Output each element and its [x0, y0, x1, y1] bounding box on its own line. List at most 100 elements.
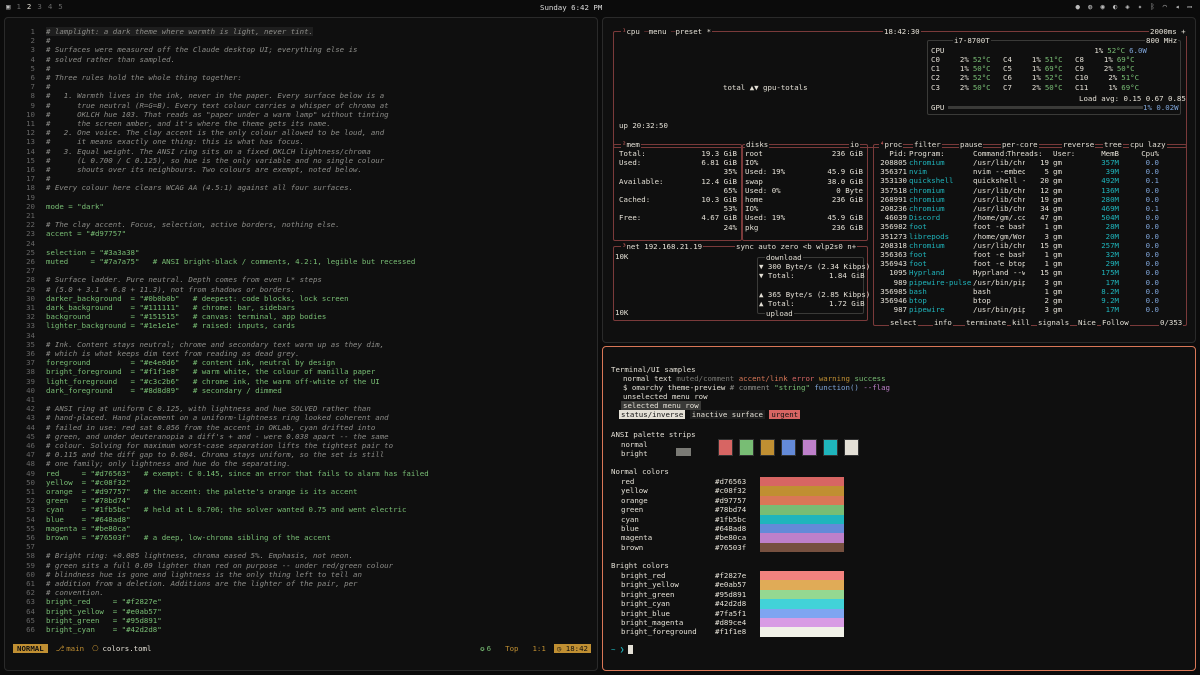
code-line[interactable]: # hand-placed. Hand placement on a unifo… [46, 413, 389, 422]
proc-menu-item[interactable]: filter [913, 140, 942, 150]
code-line[interactable]: bright_red = "#f2827e" [46, 597, 162, 606]
code-line[interactable]: # OKLCH hue 103. That reads as "paper un… [46, 110, 389, 119]
tray-app-icon[interactable]: ◍ [1088, 2, 1092, 11]
code-line[interactable]: dark_foreground = "#8d8d89" # secondary … [46, 386, 282, 395]
code-line[interactable]: darker_background = "#0b0b0b" # deepest:… [46, 294, 349, 303]
workspace-1[interactable]: 1 [16, 2, 20, 11]
code-line[interactable]: muted = "#7a7a75" # ANSI bright-black / … [46, 257, 415, 266]
tray-app-icon[interactable]: ✦ [1138, 2, 1142, 11]
shell-prompt[interactable]: ~ ❯ [611, 645, 624, 654]
code-line[interactable]: cyan = "#1fb5bc" # held at L 0.706; the … [46, 505, 406, 514]
code-line[interactable]: # (5.0 + 3.1 + 6.8 + 11.3), not from sha… [46, 285, 295, 294]
code-line[interactable]: # (L 0.700 / C 0.125), so hue is the onl… [46, 156, 384, 165]
code-line[interactable]: # [46, 174, 50, 183]
proc-footer-item[interactable]: Nice [1077, 318, 1097, 328]
proc-footer-item[interactable]: signals [1037, 318, 1071, 328]
net-controls[interactable]: sync auto zero <b wlp2s0 n+ [735, 242, 858, 252]
code-line[interactable]: # 2. One voice. The clay accent is the o… [46, 128, 384, 137]
code-line[interactable]: # true neutral (R=G=B). Every text colou… [46, 101, 389, 110]
interval-control[interactable]: 2000ms + [1149, 27, 1187, 37]
proc-menu-item[interactable]: cpu lazy [1129, 140, 1167, 150]
arch-icon[interactable]: ▣ [6, 2, 10, 11]
code-line[interactable]: # green sits a full 0.09 lighter than re… [46, 561, 393, 570]
unselected-row[interactable]: unselected menu row [623, 392, 708, 401]
code-line[interactable]: # 0.115 and the diff gap to 0.084. Chrom… [46, 450, 384, 459]
proc-column-header[interactable]: MemB [1083, 149, 1119, 158]
code-line[interactable]: brown = "#76503f" # a deep, low-chroma s… [46, 533, 331, 542]
editor-pane[interactable]: 1 # lamplight: a dark theme where warmth … [4, 17, 598, 671]
code-line[interactable]: # [46, 64, 50, 73]
code-line[interactable]: # which is what keeps dim text from read… [46, 349, 300, 358]
battery-icon[interactable]: ▭ [1188, 2, 1192, 11]
code-line[interactable]: # Ink. Content stays neutral; chrome and… [46, 340, 384, 349]
tray-app-icon[interactable]: ● [1075, 2, 1079, 11]
proc-menu-item[interactable]: per-core [1001, 140, 1039, 150]
selected-row[interactable]: selected menu row [621, 401, 701, 411]
bluetooth-icon[interactable]: ᛒ [1150, 2, 1154, 11]
code-line[interactable]: # blindness hue is gone and lightness is… [46, 570, 362, 579]
code-line[interactable]: blue = "#648ad8" [46, 515, 131, 524]
code-line[interactable]: accent = "#d97757" [46, 229, 126, 238]
code-line[interactable]: # failed in use: red sat 0.056 from the … [46, 423, 375, 432]
code-line[interactable]: # Surface ladder. Pure neutral. Depth co… [46, 275, 322, 284]
code-line[interactable]: # Bright ring: +0.085 lightness, chroma … [46, 551, 353, 560]
code-line[interactable]: # [46, 36, 50, 45]
code-line[interactable]: bright_green = "#95d891" [46, 616, 162, 625]
code-line[interactable]: selection = "#3a3a38" [46, 248, 139, 257]
terminal-pane[interactable]: Terminal/UI samples normal text muted/co… [602, 346, 1196, 671]
proc-column-header[interactable]: User: [1053, 149, 1083, 158]
tray-app-icon[interactable]: ◐ [1113, 2, 1117, 11]
proc-footer-item[interactable]: terminate [965, 318, 1008, 328]
code-line[interactable]: background = "#151515" # canvas: termina… [46, 312, 326, 321]
tray-app-icon[interactable]: ◉ [1100, 2, 1104, 11]
proc-footer-item[interactable]: kill [1011, 318, 1031, 328]
code-line[interactable]: light_foreground = "#c3c2b6" # chrome in… [46, 377, 380, 386]
code-line[interactable]: # 3. Equal weight. The ANSI ring sits on… [46, 147, 371, 156]
code-line[interactable]: # shouts over its neighbours. Two colour… [46, 165, 362, 174]
code-line[interactable]: green = "#78bd74" [46, 496, 131, 505]
proc-menu-item[interactable]: reverse [1062, 140, 1096, 150]
workspace-2[interactable]: 2 [27, 2, 31, 11]
code-line[interactable]: orange = "#d97757" # the accent: the pal… [46, 487, 357, 496]
code-line[interactable]: # green, and under deuteranopia a diff's… [46, 432, 389, 441]
workspace-4[interactable]: 4 [48, 2, 52, 11]
code-line[interactable]: bright_cyan = "#42d2d8" [46, 625, 162, 634]
proc-column-header[interactable]: Cpu% [1119, 149, 1159, 158]
proc-footer-item[interactable]: select [889, 318, 918, 328]
sample-accent[interactable]: accent/link [739, 374, 788, 383]
proc-column-header[interactable]: Program: [909, 149, 971, 158]
workspace-3[interactable]: 3 [37, 2, 41, 11]
code-line[interactable]: # solved rather than sampled. [46, 55, 175, 64]
code-line[interactable]: lighter_background = "#1e1e1e" # raised:… [46, 321, 295, 330]
proc-column-header[interactable]: Threads: [1007, 149, 1049, 158]
proc-footer-item[interactable]: 0/353 [1159, 318, 1184, 328]
proc-column-header[interactable]: Pid: [875, 149, 907, 158]
code-line[interactable]: bright_yellow = "#e0ab57" [46, 607, 162, 616]
proc-menu-item[interactable]: tree [1103, 140, 1123, 150]
tray-app-icon[interactable]: ◈ [1125, 2, 1129, 11]
code-line[interactable]: # it means exactly one thing: this is wh… [46, 137, 304, 146]
volume-icon[interactable]: ◂ [1175, 2, 1179, 11]
cpu-title[interactable]: cpu [626, 27, 639, 36]
code-line[interactable]: # colour. Solving for maximum worst-case… [46, 441, 393, 450]
code-line[interactable]: # Every colour here clears WCAG AA (4.5:… [46, 183, 353, 192]
code-line[interactable]: foreground = "#e4e0d6" # content ink, ne… [46, 358, 335, 367]
code-line[interactable]: # Three rules hold the whole thing toget… [46, 73, 242, 82]
code-line[interactable]: dark_background = "#111111" # chrome: ba… [46, 303, 295, 312]
code-line[interactable]: # lamplight: a dark theme where warmth i… [46, 27, 313, 37]
code-line[interactable]: yellow = "#c08f32" [46, 478, 131, 487]
proc-footer-item[interactable]: info [933, 318, 953, 328]
code-line[interactable]: mode = "dark" [46, 202, 104, 211]
code-line[interactable]: # addition from a deletion. Additions ar… [46, 579, 357, 588]
workspace-5[interactable]: 5 [58, 2, 62, 11]
code-line[interactable]: # Surfaces were measured off the Claude … [46, 45, 357, 54]
code-line[interactable]: # the screen amber, and it's where the t… [46, 119, 331, 128]
wifi-icon[interactable]: ◠ [1163, 2, 1167, 11]
code-line[interactable]: magenta = "#be80ca" [46, 524, 131, 533]
code-line[interactable]: red = "#d76563" # exempt: C 0.145, since… [46, 469, 429, 478]
code-line[interactable]: # 1. Warmth lives in the ink, never in t… [46, 91, 384, 100]
menu-button[interactable]: menu [649, 27, 667, 36]
code-line[interactable]: # convention. [46, 588, 104, 597]
code-line[interactable]: # The clay accent. Focus, selection, act… [46, 220, 340, 229]
proc-menu-item[interactable]: pause [959, 140, 984, 150]
